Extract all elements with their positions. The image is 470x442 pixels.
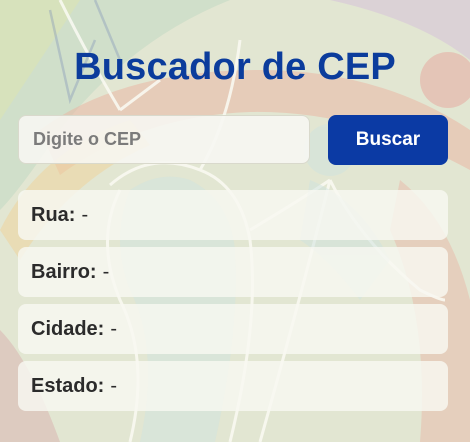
result-rua: Rua: -: [18, 190, 448, 240]
result-value: -: [110, 374, 118, 397]
result-estado: Estado: -: [18, 361, 448, 411]
result-bairro: Bairro: -: [18, 247, 448, 297]
result-value: -: [102, 260, 110, 283]
result-value: -: [81, 203, 89, 226]
result-cidade: Cidade: -: [18, 304, 448, 354]
result-label: Bairro:: [31, 260, 97, 283]
result-label: Cidade:: [31, 317, 105, 340]
result-value: -: [110, 317, 118, 340]
page-title: Buscador de CEP: [74, 46, 396, 88]
search-button[interactable]: Buscar: [328, 115, 448, 165]
result-label: Estado:: [31, 374, 105, 397]
result-label: Rua:: [31, 203, 76, 226]
cep-input[interactable]: [18, 115, 310, 164]
